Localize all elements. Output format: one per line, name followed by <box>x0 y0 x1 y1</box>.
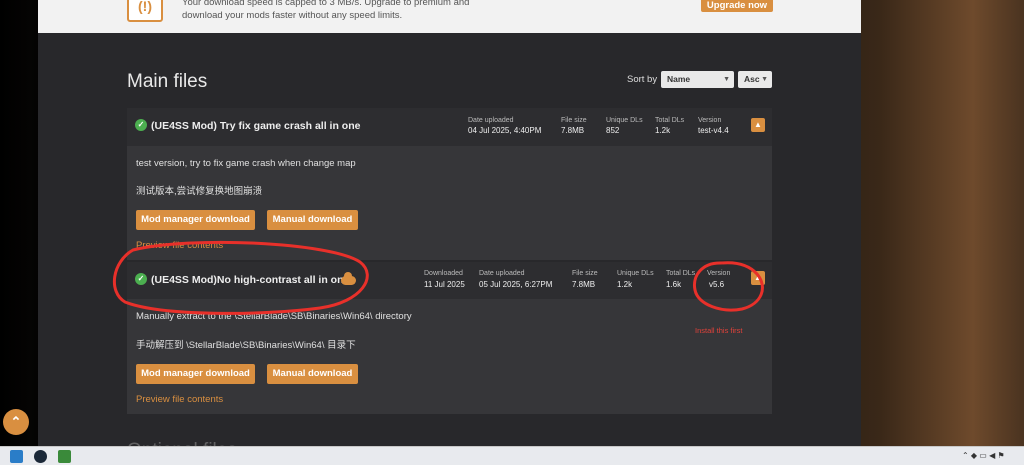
file-size-label: File size <box>572 270 598 277</box>
file-description: test version, try to fix game crash when… <box>136 158 356 169</box>
total-dls-label: Total DLs <box>666 270 696 277</box>
version-value: test-v4.4 <box>698 126 729 135</box>
mod-manager-download-button[interactable]: Mod manager download <box>136 364 255 384</box>
check-icon: ✓ <box>135 119 147 131</box>
unique-dls-label: Unique DLs <box>617 270 654 277</box>
downloaded-label: Downloaded <box>424 270 463 277</box>
date-uploaded-label: Date uploaded <box>479 270 525 277</box>
mod-manager-download-button[interactable]: Mod manager download <box>136 210 255 230</box>
manual-download-button[interactable]: Manual download <box>267 210 358 230</box>
scroll-to-top-button[interactable]: ⌃ <box>3 409 29 435</box>
page-content: (!) Your download speed is capped to 3 M… <box>38 0 861 461</box>
cloud-download-icon <box>341 272 356 285</box>
version-label: Version <box>707 270 731 277</box>
file-size-value: 7.8MB <box>572 280 596 289</box>
file-item: ✓ (UE4SS Mod)No high-contrast all in one… <box>127 262 772 414</box>
file-item: ✓ (UE4SS Mod) Try fix game crash all in … <box>127 108 772 260</box>
sort-order-select[interactable]: Asc ▼ <box>738 71 772 88</box>
downloaded-value: 11 Jul 2025 <box>424 280 465 289</box>
upgrade-button[interactable]: Upgrade now <box>701 0 773 12</box>
chevron-down-icon: ▼ <box>723 76 730 83</box>
unique-dls-label: Unique DLs <box>606 117 643 124</box>
sort-field-select[interactable]: Name ▼ <box>661 71 734 88</box>
annotation-note: Install this first <box>695 326 743 335</box>
premium-banner: (!) Your download speed is capped to 3 M… <box>38 0 861 33</box>
file-size-label: File size <box>561 117 587 124</box>
steam-icon[interactable] <box>34 450 47 463</box>
file-name: (UE4SS Mod) Try fix game crash all in on… <box>151 120 361 132</box>
banner-text: Your download speed is capped to 3 MB/s.… <box>182 0 470 21</box>
unique-dls-value: 852 <box>606 126 620 135</box>
speed-warning-icon: (!) <box>127 0 163 22</box>
file-description: Manually extract to the \StellarBlade\SB… <box>136 311 412 322</box>
preview-file-contents-link[interactable]: Preview file contents <box>136 240 223 251</box>
manual-download-button[interactable]: Manual download <box>267 364 358 384</box>
file-header[interactable]: ✓ (UE4SS Mod) Try fix game crash all in … <box>127 108 772 146</box>
chevron-down-icon: ▼ <box>761 76 768 83</box>
date-uploaded-label: Date uploaded <box>468 117 514 124</box>
date-uploaded-value: 05 Jul 2025, 6:27PM <box>479 280 553 289</box>
check-icon: ✓ <box>135 273 147 285</box>
version-label: Version <box>698 117 722 124</box>
file-name: (UE4SS Mod)No high-contrast all in one <box>151 274 350 286</box>
date-uploaded-value: 04 Jul 2025, 4:40PM <box>468 126 542 135</box>
unique-dls-value: 1.2k <box>617 280 633 289</box>
total-dls-label: Total DLs <box>655 117 685 124</box>
notepad-icon[interactable] <box>58 450 71 463</box>
collapse-toggle-icon[interactable]: ▲ <box>751 271 765 285</box>
file-size-value: 7.8MB <box>561 126 585 135</box>
preview-file-contents-link[interactable]: Preview file contents <box>136 394 223 405</box>
app-icon[interactable] <box>10 450 23 463</box>
total-dls-value: 1.2k <box>655 126 671 135</box>
taskbar: ⌃ ◆ ▭ ◀ ⚑ <box>0 446 1024 465</box>
tray-icons[interactable]: ⌃ ◆ ▭ ◀ ⚑ <box>962 451 1005 460</box>
file-description-cn: 手动解压到 \StellarBlade\SB\Binaries\Win64\ 目… <box>136 340 356 351</box>
version-value: v5.6 <box>709 280 725 289</box>
file-header[interactable]: ✓ (UE4SS Mod)No high-contrast all in one… <box>127 262 772 299</box>
file-description-cn: 测试版本,尝试修复换地图崩溃 <box>136 186 263 197</box>
collapse-toggle-icon[interactable]: ▲ <box>751 118 765 132</box>
total-dls-value: 1.6k <box>666 280 682 289</box>
sort-label: Sort by <box>627 74 658 85</box>
section-title: Main files <box>127 71 208 92</box>
